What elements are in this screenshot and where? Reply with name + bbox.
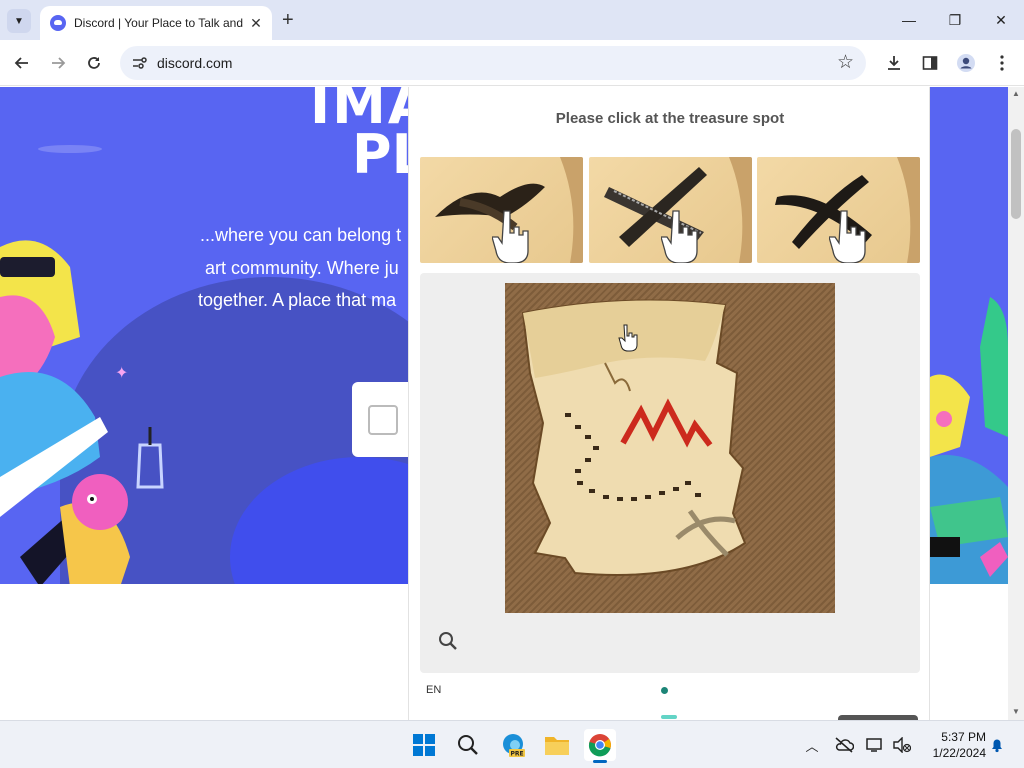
hand-pointer-icon (492, 210, 529, 263)
reload-icon (88, 57, 100, 69)
notifications-button[interactable] (987, 735, 1007, 755)
tab-title: Discord | Your Place to Talk and (74, 16, 243, 30)
side-panel-icon (922, 56, 938, 70)
example-thumbnail (757, 157, 920, 263)
url-text[interactable]: discord.com (157, 55, 232, 71)
discord-page: ✦ IMA PL ...where you can belong t art c… (0, 87, 1008, 720)
chevron-up-icon: ︿ (805, 738, 819, 754)
edge-icon: PRE (503, 734, 525, 758)
show-hidden-icons-button[interactable]: ︿ (802, 735, 822, 755)
treasure-map-image[interactable] (505, 283, 835, 613)
hero-subtitle-line: art community. Where ju (205, 258, 399, 278)
scrollbar-thumb[interactable] (1011, 129, 1021, 219)
kebab-menu-icon (1000, 55, 1004, 71)
hand-pointer-icon (661, 210, 698, 263)
browser-tab[interactable]: Discord | Your Place to Talk and ✕ (40, 6, 272, 40)
cloud-offline-icon (835, 737, 854, 753)
character-illustration (0, 240, 164, 584)
clock-date: 1/22/2024 (932, 746, 986, 760)
browser-tab-bar: ▼ Discord | Your Place to Talk and ✕ + —… (0, 0, 1024, 40)
search-icon (458, 735, 478, 755)
maximize-button[interactable]: ❐ (943, 8, 967, 32)
profile-button[interactable] (954, 51, 978, 75)
hand-pointer-icon (829, 210, 866, 263)
search-button[interactable] (452, 729, 484, 761)
captcha-challenge-panel: Please click at the treasure spot EN (408, 87, 930, 720)
scroll-down-icon[interactable]: ▼ (1011, 707, 1021, 716)
page-scrollbar[interactable]: ▲ ▼ (1008, 87, 1024, 720)
chrome-taskbar-button[interactable] (584, 729, 616, 763)
chrome-menu-button[interactable] (990, 51, 1014, 75)
side-panel-button[interactable] (918, 51, 942, 75)
address-bar[interactable]: discord.com ☆ (120, 46, 866, 80)
download-icon (888, 56, 900, 70)
network-icon (866, 738, 882, 752)
cloud-decoration (38, 145, 102, 153)
forward-button[interactable] (46, 51, 70, 75)
back-button[interactable] (10, 51, 34, 75)
start-button[interactable] (408, 729, 440, 761)
progress-dot (661, 687, 668, 694)
example-thumbnail (420, 157, 583, 263)
windows-taskbar: PRE ︿ 5:37 PM 1/22/2024 (0, 720, 1024, 768)
mouse-cursor-hand-icon (618, 324, 638, 352)
reload-button[interactable] (82, 51, 106, 75)
forward-arrow-icon (52, 57, 66, 69)
character-illustration (930, 297, 1008, 584)
folder-icon (545, 737, 569, 755)
captcha-checkbox[interactable] (368, 405, 398, 435)
tab-close-icon[interactable]: ✕ (248, 15, 264, 32)
speaker-muted-icon (893, 737, 911, 753)
chrome-icon (588, 734, 611, 757)
progress-bar (661, 715, 677, 719)
site-settings-icon[interactable] (130, 54, 148, 72)
windows-logo-icon (413, 734, 435, 756)
edge-pre-button[interactable]: PRE (497, 729, 529, 761)
close-window-button[interactable]: ✕ (989, 8, 1013, 32)
discord-favicon-icon (50, 15, 66, 31)
example-thumbnail (589, 157, 752, 263)
volume-button[interactable] (892, 735, 912, 755)
tab-search-button[interactable]: ▼ (7, 9, 31, 33)
chevron-down-icon: ▼ (14, 15, 24, 27)
file-explorer-button[interactable] (541, 729, 573, 761)
scroll-up-icon[interactable]: ▲ (1011, 89, 1021, 98)
magnifier-icon[interactable] (436, 629, 460, 653)
onedrive-button[interactable] (834, 735, 854, 755)
active-app-indicator (593, 760, 607, 763)
clock-time: 5:37 PM (941, 730, 986, 744)
captcha-checkbox-widget (352, 382, 412, 457)
bookmark-star-icon[interactable]: ☆ (837, 51, 854, 74)
challenge-image-area (420, 273, 920, 673)
system-clock[interactable]: 5:37 PM 1/22/2024 (920, 729, 986, 761)
browser-toolbar: discord.com ☆ (0, 40, 1024, 86)
network-button[interactable] (866, 735, 886, 755)
edge-badge: PRE (510, 751, 523, 758)
minimize-button[interactable]: — (897, 8, 921, 32)
profile-avatar-icon (957, 54, 975, 72)
downloads-button[interactable] (882, 51, 906, 75)
captcha-prompt: Please click at the treasure spot (555, 110, 785, 127)
new-tab-button[interactable]: + (282, 9, 294, 31)
language-selector[interactable]: EN (426, 684, 441, 696)
hero-subtitle-line: together. A place that ma (198, 290, 397, 310)
bell-icon (992, 739, 1002, 753)
hero-subtitle-line: ...where you can belong t (200, 225, 402, 245)
back-arrow-icon (14, 57, 28, 69)
